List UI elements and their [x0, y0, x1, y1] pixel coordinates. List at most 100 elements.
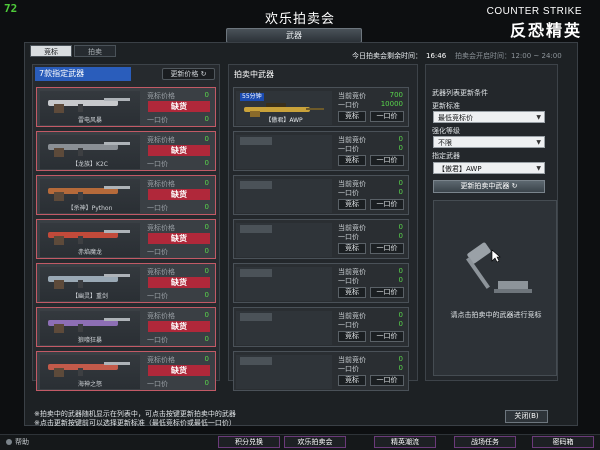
buyout-value: 10000	[380, 100, 403, 108]
buyout-button[interactable]: 一口价	[370, 111, 404, 122]
designated-weapon-card[interactable]: 狼嚎狂暴 竞标价格 0 缺货 一口价 0	[36, 307, 216, 347]
buyout-button[interactable]: 一口价	[370, 287, 404, 298]
designated-weapon-card[interactable]: 海神之怒 竞标价格 0 缺货 一口价 0	[36, 351, 216, 391]
auction-weapon-card[interactable]: 55分钟 【傲君】AWP 当前竞价 700 一口价 10000 竞标 一口价	[233, 87, 409, 127]
countdown-label: 今日拍卖会剩余时间：	[352, 52, 422, 60]
criteria-select[interactable]: 最低竞标价 ▼	[433, 111, 545, 123]
auction-weapon-image: 55分钟【傲君】AWP	[236, 91, 332, 125]
buyout-value: 0	[204, 247, 209, 255]
bottom-battle-missions[interactable]: 战场任务	[454, 436, 516, 448]
cursor-icon	[491, 249, 501, 263]
auction-weapon-card[interactable]: 当前竞价 0 一口价 0 竞标 一口价	[233, 263, 409, 303]
buyout-label: 一口价	[338, 321, 359, 329]
weapon-icon	[48, 362, 130, 377]
designated-weapon-card[interactable]: 赤焰魔龙 竞标价格 0 缺货 一口价 0	[36, 219, 216, 259]
designated-weapon-card[interactable]: 【幽灵】重剑 竞标价格 0 缺货 一口价 0	[36, 263, 216, 303]
bid-button[interactable]: 竞标	[338, 199, 366, 210]
buyout-value: 0	[398, 364, 403, 372]
buyout-value: 0	[204, 379, 209, 387]
bid-price-value: 0	[204, 355, 209, 363]
buyout-value: 0	[398, 188, 403, 196]
current-bid-value: 0	[398, 267, 403, 275]
tab-auction[interactable]: 拍卖	[74, 45, 116, 57]
weapon-name: 海神之怒	[77, 381, 102, 388]
level-select[interactable]: 不限 ▼	[433, 136, 545, 148]
time-remaining-tag	[240, 225, 272, 233]
time-remaining-tag	[240, 357, 272, 365]
weapon-name: 【龙族】K2C	[72, 161, 108, 168]
buyout-button[interactable]: 一口价	[370, 199, 404, 210]
bid-button[interactable]: 竞标	[338, 243, 366, 254]
auction-weapon-card[interactable]: 当前竞价 0 一口价 0 竞标 一口价	[233, 131, 409, 171]
weapon-label: 指定武器	[432, 152, 460, 160]
bid-button[interactable]: 竞标	[338, 287, 366, 298]
designated-weapon-card[interactable]: 【杀神】Python 竞标价格 0 缺货 一口价 0	[36, 175, 216, 215]
buyout-button[interactable]: 一口价	[370, 155, 404, 166]
buyout-label: 一口价	[338, 365, 359, 373]
current-bid-value: 700	[389, 91, 403, 99]
designated-weapon-card[interactable]: 【龙族】K2C 竞标价格 0 缺货 一口价 0	[36, 131, 216, 171]
bid-button[interactable]: 竞标	[338, 331, 366, 342]
designated-weapons-title: 7款指定武器	[35, 67, 131, 81]
weapon-image: 海神之怒	[40, 355, 140, 389]
sold-out-badge: 缺货	[148, 189, 210, 200]
designated-weapon-card[interactable]: 雷电风暴 竞标价格 0 缺货 一口价 0	[36, 87, 216, 127]
refresh-price-button[interactable]: 更新价格 ↻	[162, 68, 215, 80]
weapon-icon	[48, 142, 130, 157]
auction-weapon-name: 【傲君】AWP	[265, 117, 303, 124]
buyout-button[interactable]: 一口价	[370, 375, 404, 386]
close-button[interactable]: 关闭(B)	[505, 410, 548, 423]
auction-weapon-card[interactable]: 当前竞价 0 一口价 0 竞标 一口价	[233, 351, 409, 391]
auction-weapon-image	[236, 355, 332, 389]
update-auction-weapons-button[interactable]: 更新拍卖中武器 ↻	[433, 180, 545, 193]
weapon-value: 【傲君】AWP	[438, 165, 482, 173]
bottom-points-exchange[interactable]: 积分兑换	[218, 436, 280, 448]
weapon-name: 【幽灵】重剑	[71, 293, 108, 300]
auction-weapon-card[interactable]: 当前竞价 0 一口价 0 竞标 一口价	[233, 307, 409, 347]
level-value: 不限	[438, 139, 452, 147]
tab-bid[interactable]: 竞标	[30, 45, 72, 57]
weapon-image: 【幽灵】重剑	[40, 267, 140, 301]
auction-weapon-card[interactable]: 当前竞价 0 一口价 0 竞标 一口价	[233, 219, 409, 259]
buyout-value: 0	[204, 291, 209, 299]
time-remaining-tag: 55分钟	[240, 93, 264, 101]
category-tab-weapons[interactable]: 武器	[226, 28, 362, 43]
sold-out-badge: 缺货	[148, 101, 210, 112]
auction-weapon-image	[236, 135, 332, 169]
bid-price-value: 0	[204, 267, 209, 275]
update-auction-label: 更新拍卖中武器	[460, 182, 510, 190]
weapon-select[interactable]: 【傲君】AWP ▼	[433, 162, 545, 174]
current-bid-value: 0	[398, 135, 403, 143]
weapon-image: 【杀神】Python	[40, 179, 140, 213]
current-bid-value: 0	[398, 311, 403, 319]
bid-button[interactable]: 竞标	[338, 155, 366, 166]
note-2: ※点击更新按键前可以选择更新标准（最低竞标价或最低一口价）	[34, 419, 236, 427]
buyout-label: 一口价	[147, 160, 168, 168]
bottom-safe-box[interactable]: 密码箱	[532, 436, 594, 448]
bid-price-label: 竞标价格	[147, 224, 175, 232]
countdown: 今日拍卖会剩余时间： 16:46	[352, 51, 446, 61]
bottom-elite-trend[interactable]: 精英潮流	[374, 436, 436, 448]
bid-price-value: 0	[204, 91, 209, 99]
bid-button[interactable]: 竞标	[338, 111, 366, 122]
criteria-value: 最低竞标价	[438, 114, 473, 122]
auction-weapon-card[interactable]: 当前竞价 0 一口价 0 竞标 一口价	[233, 175, 409, 215]
chevron-down-icon: ▼	[536, 165, 541, 172]
auction-time-value: 12:00 ~ 24:00	[511, 52, 562, 60]
weapon-icon	[48, 230, 130, 245]
buyout-button[interactable]: 一口价	[370, 331, 404, 342]
auction-time-label: 拍卖会开启时间：	[455, 52, 511, 60]
bid-button[interactable]: 竞标	[338, 375, 366, 386]
bid-preview-area: 请点击拍卖中的武器进行竞标	[433, 200, 557, 376]
chevron-down-icon: ▼	[536, 114, 541, 121]
buyout-label: 一口价	[147, 380, 168, 388]
refresh-price-label: 更新价格	[170, 70, 199, 78]
buyout-button[interactable]: 一口价	[370, 243, 404, 254]
buyout-value: 0	[398, 232, 403, 240]
auction-time: 拍卖会开启时间：12:00 ~ 24:00	[455, 51, 562, 61]
weapon-name: 雷电风暴	[77, 117, 102, 124]
bottom-auction[interactable]: 欢乐拍卖会	[284, 436, 346, 448]
buyout-label: 一口价	[147, 292, 168, 300]
sold-out-badge: 缺货	[148, 233, 210, 244]
help-button[interactable]: 帮助	[6, 437, 29, 447]
